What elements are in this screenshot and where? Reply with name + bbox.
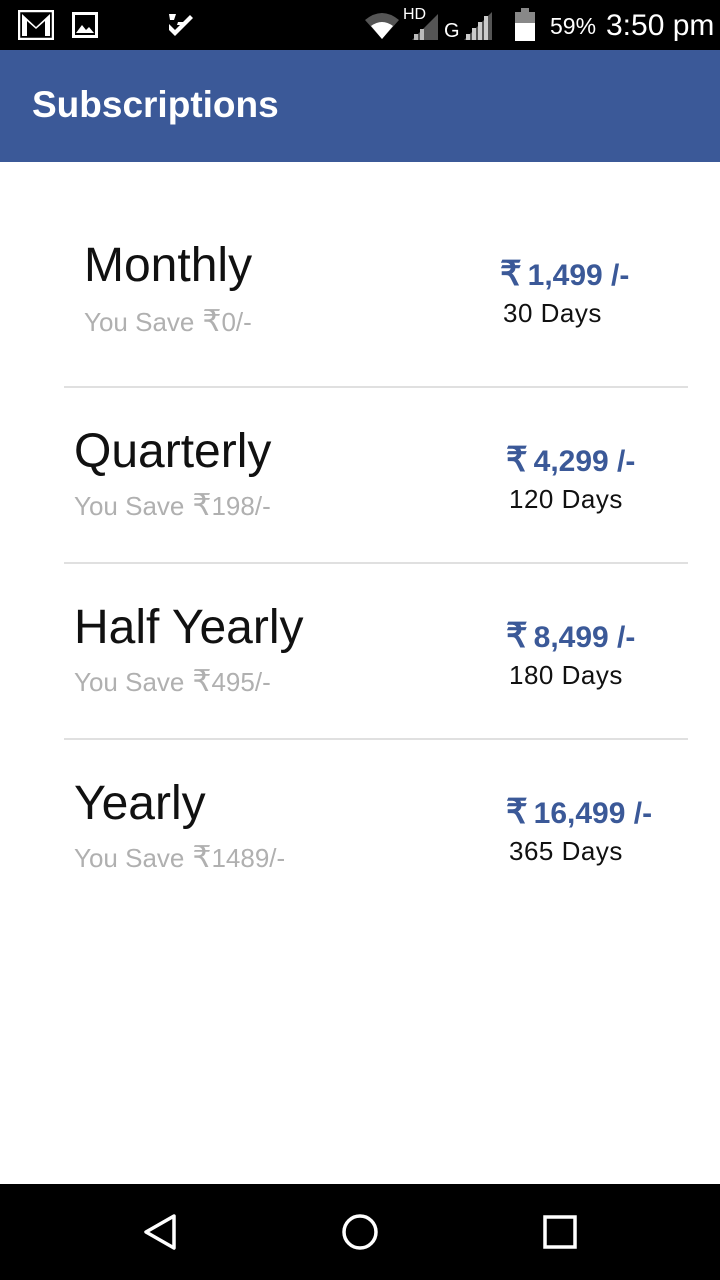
savings-label: You Save	[74, 843, 185, 873]
plan-savings: You Save ₹0/-	[84, 304, 252, 339]
app-bar: Subscriptions	[0, 50, 720, 162]
clock: 3:50 pm	[606, 9, 715, 42]
plan-price: ₹4,299 /-	[506, 440, 635, 480]
plan-price: ₹1,499 /-	[500, 254, 629, 294]
plan-quarterly[interactable]: Quarterly You Save ₹198/- ₹4,299 /- 120 D…	[64, 388, 688, 564]
plan-duration: 30 Days	[503, 298, 602, 328]
rupee-icon: ₹	[192, 841, 212, 874]
plan-name: Yearly	[74, 777, 206, 830]
back-icon[interactable]	[140, 1212, 180, 1252]
gmail-icon	[18, 10, 54, 40]
plan-name: Half Yearly	[74, 601, 304, 654]
page-title: Subscriptions	[32, 84, 279, 125]
gallery-icon	[72, 12, 98, 38]
status-bar: HD G 59% 3:50 pm	[0, 0, 720, 50]
navigation-bar	[0, 1184, 720, 1280]
screen: HD G 59% 3:50 pm Subscriptions Monthly Y…	[0, 0, 720, 1280]
plan-price: ₹8,499 /-	[506, 616, 635, 656]
recents-icon[interactable]	[540, 1212, 580, 1252]
battery-icon	[515, 8, 535, 41]
savings-label: You Save	[74, 667, 185, 697]
plan-duration: 180 Days	[509, 660, 623, 690]
savings-label: You Save	[84, 307, 195, 337]
savings-amount: 0/-	[221, 307, 252, 337]
plan-duration: 120 Days	[509, 484, 623, 514]
plan-yearly[interactable]: Yearly You Save ₹1489/- ₹16,499 /- 365 Da…	[64, 740, 688, 916]
savings-amount: 495/-	[211, 667, 271, 697]
plan-duration: 365 Days	[509, 836, 623, 866]
savings-label: You Save	[74, 491, 185, 521]
plan-savings: You Save ₹198/-	[74, 488, 271, 523]
rupee-icon: ₹	[506, 441, 528, 479]
price-amount: 4,299 /-	[533, 445, 636, 478]
plan-name: Quarterly	[74, 425, 272, 478]
plan-monthly[interactable]: Monthly You Save ₹0/- ₹1,499 /- 30 Days	[64, 210, 688, 386]
price-amount: 1,499 /-	[527, 259, 630, 292]
rupee-icon: ₹	[202, 305, 222, 338]
home-icon[interactable]	[340, 1212, 380, 1252]
battery-percent: 59%	[550, 13, 597, 39]
rupee-icon: ₹	[500, 255, 522, 293]
rupee-icon: ₹	[192, 489, 212, 522]
price-amount: 8,499 /-	[533, 621, 636, 654]
savings-amount: 198/-	[211, 491, 271, 521]
plan-half-yearly[interactable]: Half Yearly You Save ₹495/- ₹8,499 /- 180…	[64, 564, 688, 740]
rupee-icon: ₹	[506, 617, 528, 655]
network-type-label: G	[444, 20, 460, 42]
plan-name: Monthly	[84, 239, 253, 292]
savings-amount: 1489/-	[211, 843, 286, 873]
signal-icon	[464, 12, 492, 40]
signal-icon	[412, 14, 438, 40]
price-amount: 16,499 /-	[533, 797, 653, 830]
rupee-icon: ₹	[506, 793, 528, 831]
tasks-check-icon	[169, 14, 193, 36]
plan-savings: You Save ₹495/-	[74, 664, 271, 699]
plan-savings: You Save ₹1489/-	[74, 840, 285, 875]
plan-price: ₹16,499 /-	[506, 792, 656, 832]
wifi-icon	[365, 13, 399, 39]
rupee-icon: ₹	[192, 665, 212, 698]
